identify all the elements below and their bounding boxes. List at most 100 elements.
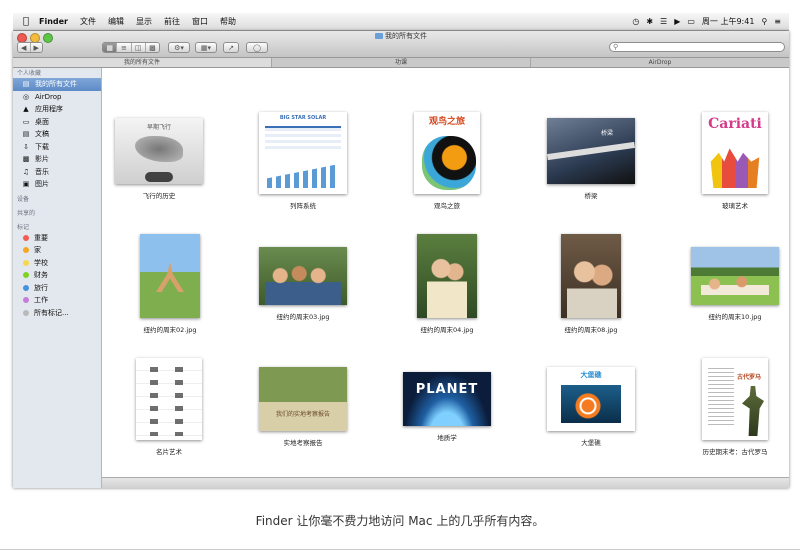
sidebar-item-music[interactable]: ♫ 音乐 bbox=[13, 166, 101, 179]
file-item-bridge[interactable]: 桥梁 桥梁 bbox=[531, 118, 651, 200]
file-thumbnail: 古代罗马 bbox=[702, 358, 768, 440]
file-item-nyc-03[interactable]: 纽约的周末03.jpg bbox=[243, 247, 363, 321]
file-name: 实地考察报告 bbox=[283, 439, 323, 447]
menu-finder[interactable]: Finder bbox=[33, 17, 74, 26]
notification-list-icon[interactable]: ≡ bbox=[774, 17, 781, 26]
sidebar: 个人收藏 ▤ 我的所有文件 ◎ AirDrop ▲ 应用程序 ▭ 桌面 ▤ 文稿 ⇩ 下载 … bbox=[13, 68, 102, 488]
column-view-icon[interactable]: ◫ bbox=[130, 43, 145, 52]
sidebar-item-label: 重要 bbox=[34, 233, 48, 242]
clownfish-photo bbox=[561, 385, 621, 423]
file-item-great-barrier-reef[interactable]: 大堡礁 大堡礁 bbox=[531, 367, 651, 447]
caption: Finder 让你毫不费力地访问 Mac 上的几乎所有内容。 bbox=[255, 514, 545, 528]
tab-homework[interactable]: 功课 bbox=[271, 58, 530, 67]
arrange-icon: ▦▾ bbox=[200, 43, 212, 52]
file-item-business-cards[interactable]: 名片艺术 bbox=[109, 358, 229, 456]
file-thumbnail: PLANET bbox=[403, 372, 491, 426]
sidebar-tag-work[interactable]: 工作 bbox=[13, 294, 101, 307]
file-item-geology[interactable]: PLANET 地质学 bbox=[387, 372, 507, 442]
sidebar-item-desktop[interactable]: ▭ 桌面 bbox=[13, 116, 101, 129]
battery-icon[interactable]: ▭ bbox=[687, 17, 695, 26]
yoga-person bbox=[156, 262, 184, 292]
menu-file[interactable]: 文件 bbox=[74, 16, 102, 27]
sidebar-tag-school[interactable]: 学校 bbox=[13, 257, 101, 270]
tag-icon: ◯ bbox=[253, 43, 261, 52]
menu-help[interactable]: 帮助 bbox=[214, 16, 242, 27]
bluetooth-icon[interactable]: ✱ bbox=[646, 17, 653, 26]
tag-color-dot bbox=[23, 284, 29, 291]
sidebar-item-airdrop[interactable]: ◎ AirDrop bbox=[13, 91, 101, 104]
sidebar-tag-finance[interactable]: 财务 bbox=[13, 269, 101, 282]
tab-all-files[interactable]: 我的所有文件 bbox=[13, 58, 271, 67]
desktop-icon: ▭ bbox=[22, 117, 30, 126]
tag-color-dot bbox=[23, 234, 29, 241]
file-name: 纽约的周末03.jpg bbox=[276, 313, 330, 321]
file-name: 纽约的周末08.jpg bbox=[564, 326, 618, 334]
list-view-icon[interactable]: ≡ bbox=[116, 43, 131, 52]
back-arrow-icon[interactable]: ◀ bbox=[18, 43, 30, 52]
apple-logo-icon[interactable]:  bbox=[19, 16, 33, 27]
sidebar-header-favorites: 个人收藏 bbox=[17, 70, 42, 77]
file-item-flight-history[interactable]: 早期飞行 飞行的历史 bbox=[99, 118, 219, 200]
sidebar-item-all-files[interactable]: ▤ 我的所有文件 bbox=[13, 78, 101, 91]
view-mode-control: ▦ ≡ ◫ ▩ bbox=[102, 42, 160, 53]
sidebar-item-label: 学校 bbox=[34, 258, 48, 267]
menu-window[interactable]: 窗口 bbox=[186, 16, 214, 27]
sidebar-tag-travel[interactable]: 旅行 bbox=[13, 282, 101, 295]
file-item-nyc-08[interactable]: 纽约的周末08.jpg bbox=[531, 234, 651, 334]
status-menus: ◷ ✱ ☰ ▶ ▭ 周一 上午9:41 ⚲ ≡ bbox=[632, 16, 789, 27]
sidebar-item-applications[interactable]: ▲ 应用程序 bbox=[13, 103, 101, 116]
sidebar-item-label: 所有标记... bbox=[34, 308, 69, 317]
file-item-field-report[interactable]: 我们的实地考察报告 实地考察报告 bbox=[243, 367, 363, 447]
file-item-ancient-rome[interactable]: 古代罗马 历史期末考：古代罗马 bbox=[675, 358, 789, 456]
text-lines bbox=[708, 368, 734, 428]
file-name: 地质学 bbox=[437, 434, 457, 442]
sidebar-item-downloads[interactable]: ⇩ 下载 bbox=[13, 141, 101, 154]
toolbar: ◀ ▶ ▦ ≡ ◫ ▩ ⚙▾ ▦▾ ↗ ◯ ⚲ bbox=[13, 42, 789, 58]
sidebar-item-label: 财务 bbox=[34, 271, 48, 280]
glass-bottles bbox=[710, 148, 760, 188]
tag-button[interactable]: ◯ bbox=[246, 42, 268, 53]
group-of-people bbox=[265, 263, 341, 305]
divider bbox=[0, 549, 800, 550]
spotlight-icon[interactable]: ⚲ bbox=[761, 17, 767, 26]
action-button[interactable]: ⚙▾ bbox=[168, 42, 190, 53]
file-item-birdwatching[interactable]: 观鸟之旅 观鸟之旅 bbox=[387, 112, 507, 210]
menu-edit[interactable]: 编辑 bbox=[102, 16, 130, 27]
wifi-icon[interactable]: ☰ bbox=[660, 17, 667, 26]
share-icon: ↗ bbox=[228, 43, 234, 52]
sidebar-item-movies[interactable]: ▩ 影片 bbox=[13, 153, 101, 166]
spreadsheet-table bbox=[265, 126, 341, 152]
file-item-nyc-04[interactable]: 纽约的周末04.jpg bbox=[387, 234, 507, 334]
menu-go[interactable]: 前往 bbox=[158, 16, 186, 27]
file-thumbnail bbox=[140, 234, 200, 318]
sidebar-tag-home[interactable]: 家 bbox=[13, 244, 101, 257]
thumbnail-title: 古代罗马 bbox=[736, 374, 761, 381]
sidebar-item-label: 桌面 bbox=[35, 117, 49, 126]
arrange-button[interactable]: ▦▾ bbox=[195, 42, 217, 53]
menu-view[interactable]: 显示 bbox=[130, 16, 158, 27]
forward-arrow-icon[interactable]: ▶ bbox=[29, 43, 42, 52]
share-button[interactable]: ↗ bbox=[223, 42, 239, 53]
clock[interactable]: 周一 上午9:41 bbox=[702, 16, 755, 27]
gear-icon: ⚙▾ bbox=[174, 43, 184, 52]
sidebar-tag-all[interactable]: 所有标记... bbox=[13, 307, 101, 320]
window-title-text: 我的所有文件 bbox=[385, 32, 427, 40]
search-field[interactable]: ⚲ bbox=[609, 42, 785, 52]
sidebar-item-documents[interactable]: ▤ 文稿 bbox=[13, 128, 101, 141]
file-thumbnail: BIG STAR SOLAR bbox=[259, 112, 347, 194]
file-thumbnail: 大堡礁 bbox=[547, 367, 635, 431]
tab-bar: 我的所有文件 功课 AirDrop bbox=[13, 57, 789, 68]
sidebar-tag-important[interactable]: 重要 bbox=[13, 232, 101, 245]
movies-icon: ▩ bbox=[22, 155, 30, 164]
file-item-glass-art[interactable]: Cariati 玻璃艺术 bbox=[675, 112, 789, 210]
volume-icon[interactable]: ▶ bbox=[674, 17, 680, 26]
sidebar-item-pictures[interactable]: ▣ 图片 bbox=[13, 178, 101, 191]
file-item-nyc-02[interactable]: 纽约的周末02.jpg bbox=[110, 234, 230, 334]
cover-flow-icon[interactable]: ▩ bbox=[144, 43, 159, 52]
slide-controls bbox=[145, 172, 173, 182]
icon-view-icon[interactable]: ▦ bbox=[103, 43, 117, 52]
file-item-nyc-10[interactable]: 纽约的周末10.jpg bbox=[675, 247, 789, 321]
file-item-array-system[interactable]: BIG STAR SOLAR 列阵系统 bbox=[243, 112, 363, 210]
tab-airdrop[interactable]: AirDrop bbox=[530, 58, 789, 67]
time-machine-icon[interactable]: ◷ bbox=[632, 17, 639, 26]
